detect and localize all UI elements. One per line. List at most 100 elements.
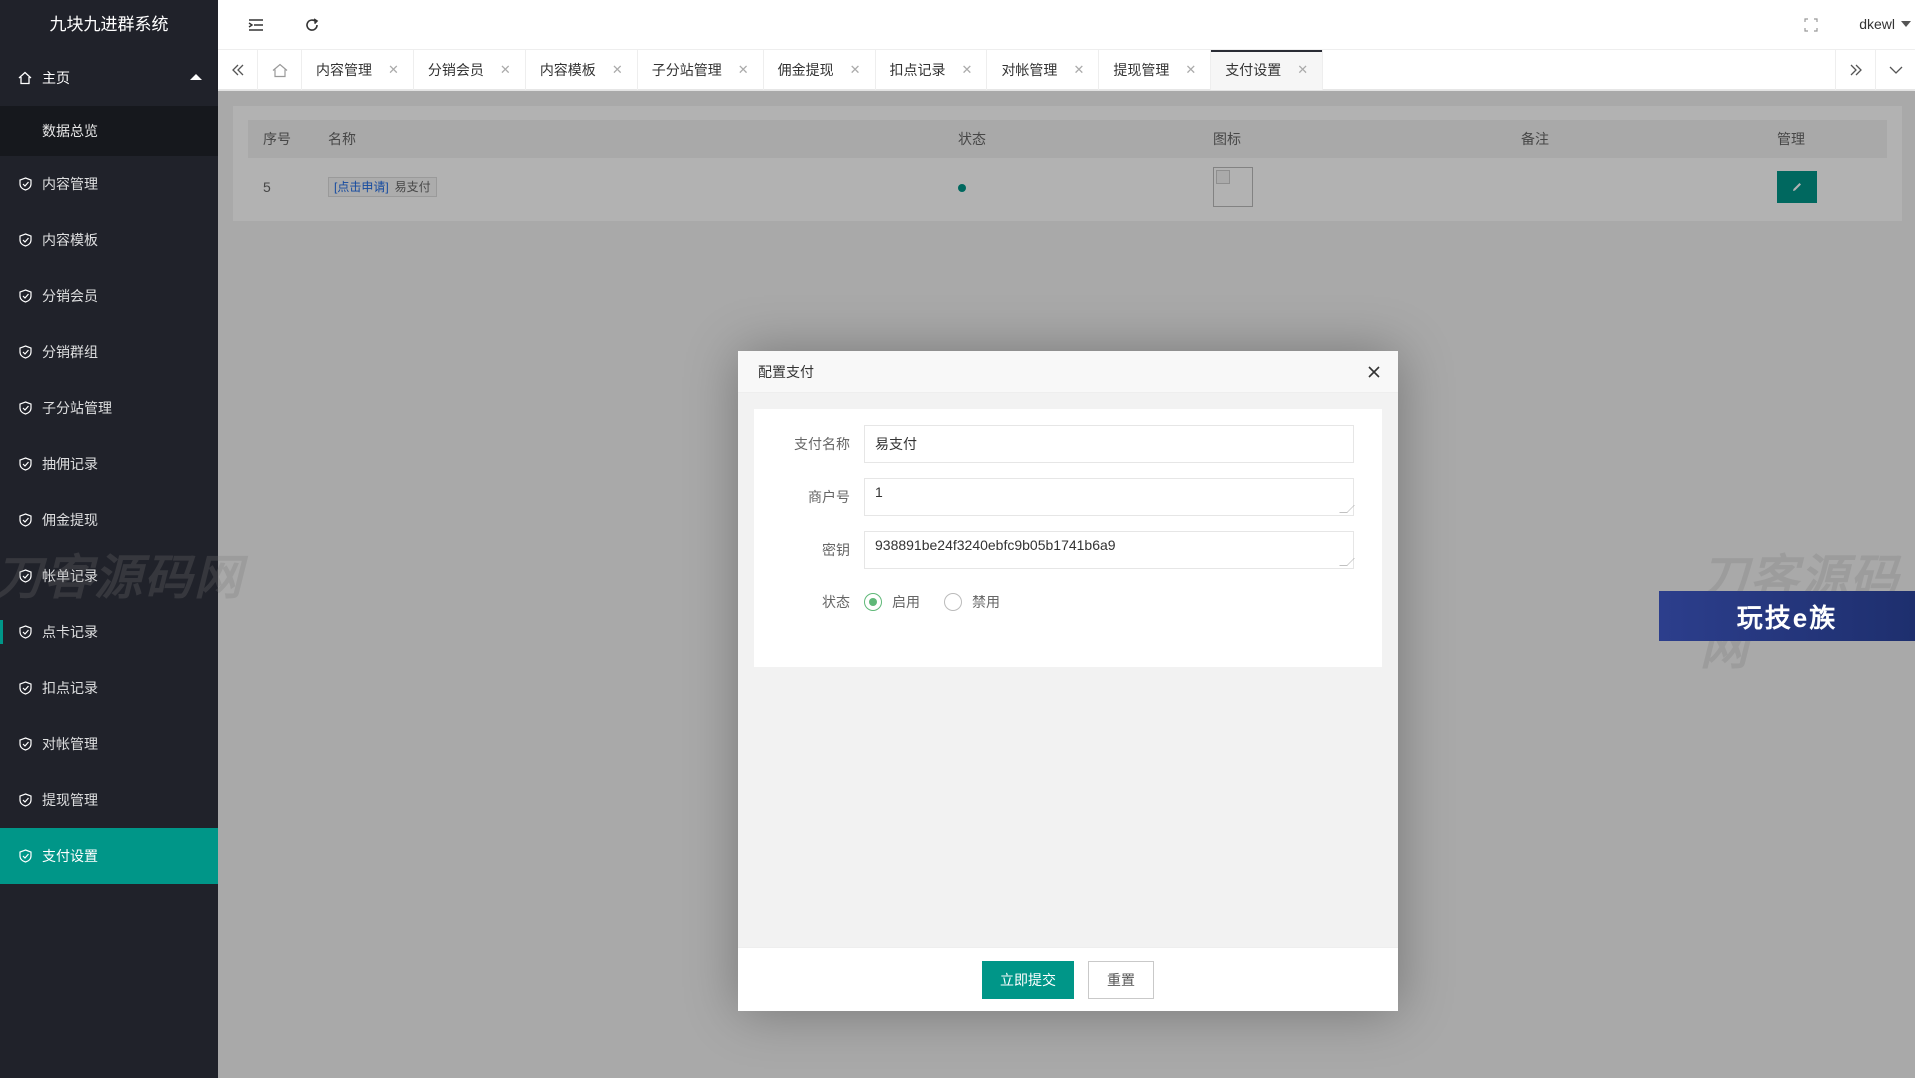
tab-label: 内容管理 <box>316 62 372 78</box>
sidebar-item-label: 子分站管理 <box>42 400 112 416</box>
tab-close-icon[interactable]: ✕ <box>850 62 861 78</box>
tab-scroll-left-icon[interactable] <box>218 50 258 90</box>
tab-6[interactable]: 扣点记录 ✕ <box>876 50 988 90</box>
payment-name-label: 支付名称 <box>794 436 850 452</box>
radio-enable[interactable]: 启用 <box>864 583 920 621</box>
caret-up-icon <box>190 74 202 80</box>
tab-label: 分销会员 <box>427 62 484 78</box>
sidebar-item-label: 帐单记录 <box>42 568 98 584</box>
tab-close-icon[interactable]: ✕ <box>500 62 511 78</box>
shield-check-icon <box>18 737 32 751</box>
home-icon <box>18 71 32 85</box>
sidebar-item-12[interactable]: 提现管理 <box>0 772 218 828</box>
sidebar-item-label: 分销群组 <box>42 344 98 360</box>
shield-check-icon <box>18 681 32 695</box>
tab-7[interactable]: 对帐管理 ✕ <box>987 50 1100 90</box>
radio-disable-label: 禁用 <box>972 594 1000 610</box>
tab-label: 子分站管理 <box>651 62 722 78</box>
shield-check-icon <box>18 793 32 807</box>
tab-close-icon[interactable]: ✕ <box>1185 62 1196 78</box>
sidebar-item-label: 点卡记录 <box>42 624 98 640</box>
status-label: 状态 <box>822 594 850 610</box>
field-row-key: 密钥 938891be24f3240ebfc9b05b1741b6a9 <box>754 531 1382 569</box>
top-header: dkewl <box>218 0 1915 50</box>
tab-menu-chevron-down-icon[interactable] <box>1875 50 1915 90</box>
tab-close-icon[interactable]: ✕ <box>962 62 973 78</box>
tab-close-icon[interactable]: ✕ <box>1297 62 1308 78</box>
sidebar-item-3[interactable]: 分销会员 <box>0 268 218 324</box>
merchant-id-value: 1 <box>875 484 883 500</box>
tab-close-icon[interactable]: ✕ <box>612 62 623 78</box>
merchant-id-textarea[interactable]: 1 <box>864 478 1355 516</box>
menu-toggle-icon[interactable] <box>244 13 268 37</box>
tab-home-icon[interactable] <box>258 50 302 90</box>
tab-2[interactable]: 分销会员 ✕ <box>414 50 526 90</box>
shield-check-icon <box>18 513 32 527</box>
tab-9[interactable]: 支付设置 ✕ <box>1211 50 1324 90</box>
sidebar-item-9[interactable]: 点卡记录 <box>0 604 218 660</box>
sidebar-item-label: 佣金提现 <box>42 512 98 528</box>
sidebar-item-13[interactable]: 支付设置 <box>0 828 218 884</box>
dialog-title: 配置支付 <box>738 351 1398 393</box>
sidebar-item-2[interactable]: 内容模板 <box>0 212 218 268</box>
sidebar-item-5[interactable]: 子分站管理 <box>0 380 218 436</box>
close-icon[interactable] <box>1366 364 1382 380</box>
sidebar-item-home[interactable]: 主页 <box>0 50 218 106</box>
sidebar-item-label: 内容模板 <box>42 232 98 248</box>
radio-unchecked-icon <box>944 593 962 611</box>
username: dkewl <box>1859 16 1895 32</box>
resize-grip-icon[interactable] <box>1339 505 1355 513</box>
radio-disable[interactable]: 禁用 <box>944 583 1000 621</box>
sidebar-item-label: 主页 <box>42 70 70 86</box>
dialog-title-text: 配置支付 <box>758 364 814 380</box>
shield-check-icon <box>18 849 32 863</box>
tab-scroll-right-icon[interactable] <box>1835 50 1875 90</box>
tab-close-icon[interactable]: ✕ <box>388 62 399 78</box>
resize-grip-icon[interactable] <box>1339 558 1355 566</box>
sidebar-item-7[interactable]: 佣金提现 <box>0 492 218 548</box>
payment-form: 支付名称 易支付 商户号 1 密钥 938891be24f3240ebfc9b0… <box>754 409 1382 667</box>
sidebar-item-1[interactable]: 内容管理 <box>0 156 218 212</box>
sidebar-item-4[interactable]: 分销群组 <box>0 324 218 380</box>
secret-key-textarea[interactable]: 938891be24f3240ebfc9b05b1741b6a9 <box>864 531 1355 569</box>
tab-label: 内容模板 <box>539 62 596 78</box>
dialog-footer: 立即提交 重置 <box>738 947 1398 1011</box>
watermark-banner: 玩技e族 <box>1659 591 1915 641</box>
radio-checked-icon <box>864 593 882 611</box>
sidebar-item-label: 提现管理 <box>42 792 98 808</box>
user-menu[interactable]: dkewl <box>1859 16 1911 32</box>
tab-3[interactable]: 内容模板 ✕ <box>526 50 638 90</box>
field-row-merchant: 商户号 1 <box>754 478 1382 516</box>
sidebar-item-8[interactable]: 帐单记录 <box>0 548 218 604</box>
secret-key-label: 密钥 <box>822 542 850 558</box>
sidebar-subitem-overview[interactable]: 数据总览 <box>0 106 218 156</box>
tab-label: 提现管理 <box>1113 62 1170 78</box>
reset-button[interactable]: 重置 <box>1088 960 1154 999</box>
sidebar-item-11[interactable]: 对帐管理 <box>0 716 218 772</box>
tab-close-icon[interactable]: ✕ <box>1073 62 1084 78</box>
payment-name-input[interactable]: 易支付 <box>864 425 1354 463</box>
sidebar-item-6[interactable]: 抽佣记录 <box>0 436 218 492</box>
tab-bar: 内容管理 ✕ 分销会员 ✕ 内容模板 ✕ 子分站管理 ✕ 佣金提现 ✕ 扣点记录 ✕ 对帐管理 ✕ 提现管理… <box>218 50 1915 90</box>
tab-label: 佣金提现 <box>777 62 834 78</box>
shield-check-icon <box>18 345 32 359</box>
tab-label: 对帐管理 <box>1001 62 1058 78</box>
sidebar-item-label: 抽佣记录 <box>42 456 98 472</box>
tab-4[interactable]: 子分站管理 ✕ <box>638 50 764 90</box>
tab-close-icon[interactable]: ✕ <box>738 62 749 78</box>
shield-check-icon <box>18 177 32 191</box>
fullscreen-icon[interactable] <box>1799 13 1823 37</box>
refresh-icon[interactable] <box>300 13 324 37</box>
chevron-down-icon <box>1901 21 1911 27</box>
submit-button[interactable]: 立即提交 <box>982 960 1074 999</box>
sidebar-item-10[interactable]: 扣点记录 <box>0 660 218 716</box>
app-title: 九块九进群系统 <box>49 15 169 34</box>
tab-label: 支付设置 <box>1225 62 1282 78</box>
tab-1[interactable]: 内容管理 ✕ <box>302 50 414 90</box>
tab-label: 扣点记录 <box>889 62 946 78</box>
shield-check-icon <box>18 625 32 639</box>
shield-check-icon <box>18 457 32 471</box>
sidebar-item-label: 内容管理 <box>42 176 98 192</box>
tab-5[interactable]: 佣金提现 ✕ <box>764 50 876 90</box>
tab-8[interactable]: 提现管理 ✕ <box>1099 50 1212 90</box>
